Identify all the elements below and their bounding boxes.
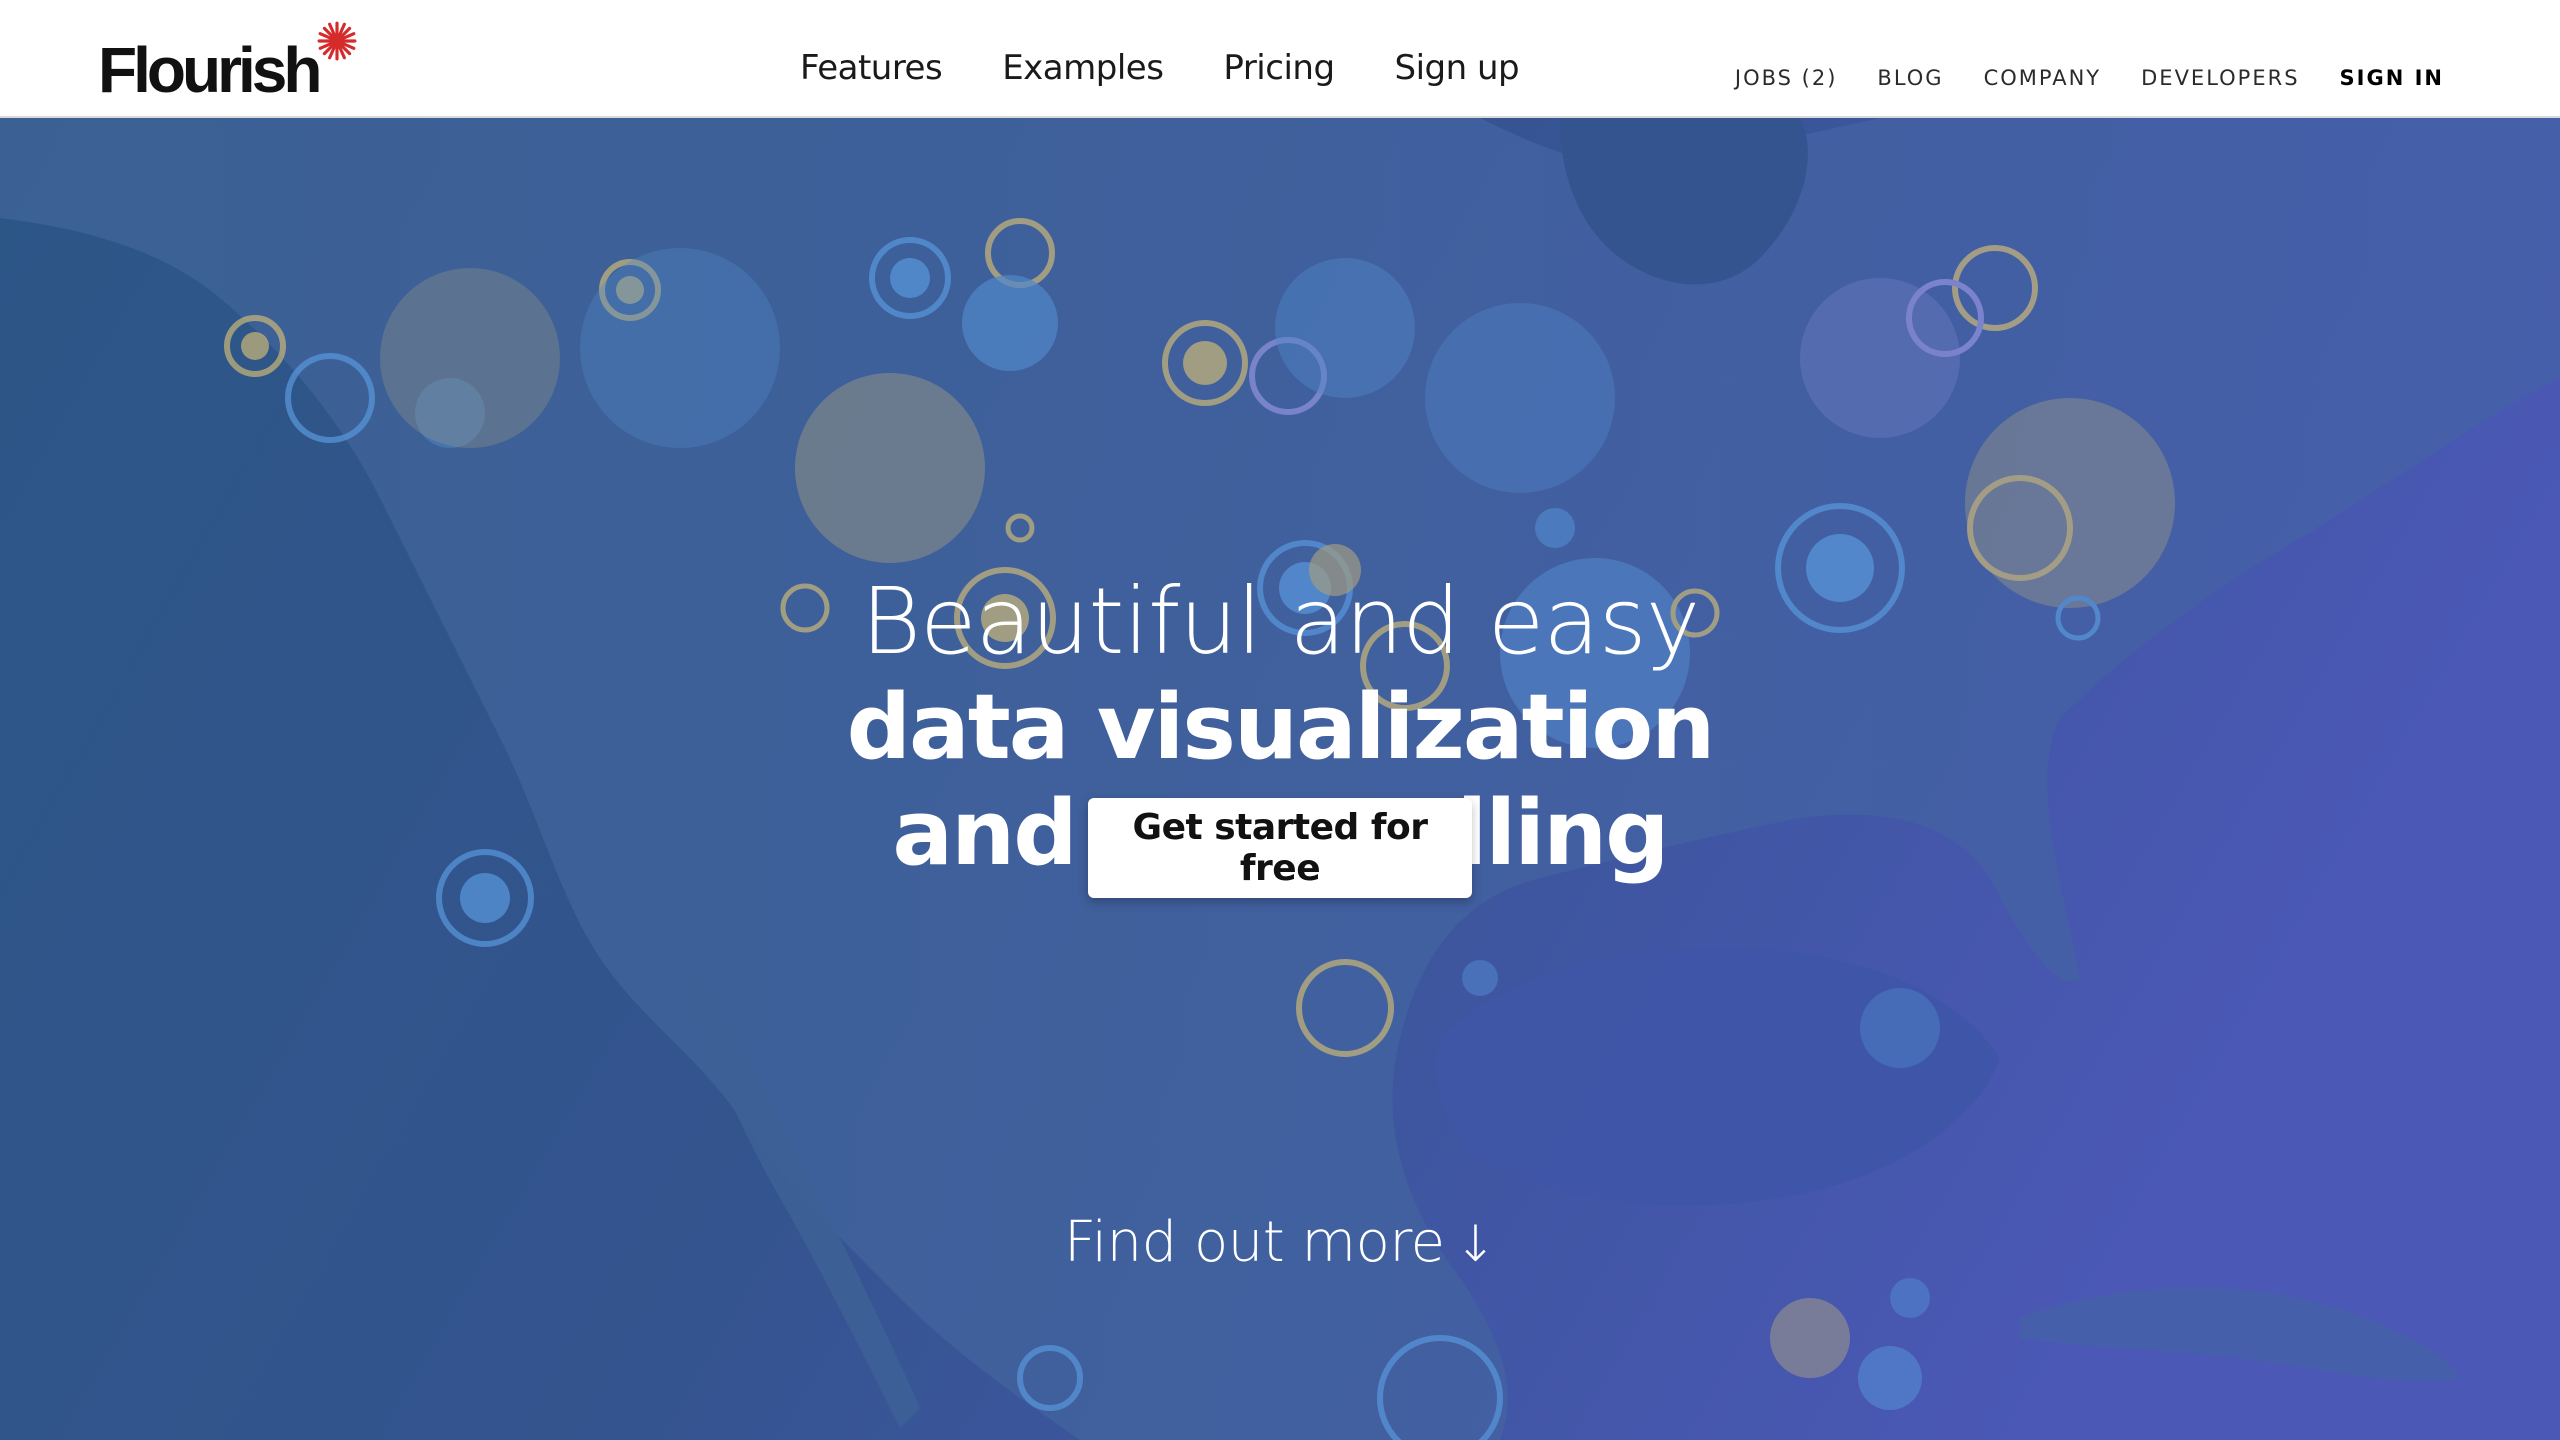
hero-line-1: Beautiful and easy bbox=[860, 568, 1700, 676]
main-nav: Features Examples Pricing Sign up bbox=[800, 48, 1520, 88]
nav-developers[interactable]: DEVELOPERS bbox=[2141, 66, 2299, 90]
nav-blog[interactable]: BLOG bbox=[1877, 66, 1943, 90]
nav-pricing[interactable]: Pricing bbox=[1223, 48, 1335, 88]
logo-text: Flourish bbox=[98, 34, 322, 106]
nav-sign-up[interactable]: Sign up bbox=[1395, 48, 1520, 88]
arrow-down-icon: ↓ bbox=[1454, 1215, 1497, 1273]
site-header: Flourish Features Examples Pricing Sign … bbox=[0, 0, 2560, 118]
nav-company[interactable]: COMPANY bbox=[1984, 66, 2102, 90]
nav-examples[interactable]: Examples bbox=[1002, 48, 1164, 88]
hero-line-2: data visualization bbox=[846, 675, 1716, 781]
starburst-icon bbox=[318, 21, 357, 61]
secondary-nav: JOBS (2) BLOG COMPANY DEVELOPERS SIGN IN bbox=[1735, 66, 2444, 90]
nav-sign-in[interactable]: SIGN IN bbox=[2340, 66, 2444, 90]
nav-jobs[interactable]: JOBS (2) bbox=[1735, 66, 1838, 90]
flourish-logo[interactable]: Flourish bbox=[98, 20, 358, 110]
find-out-more-link[interactable]: Find out more ↓ bbox=[1063, 1210, 1497, 1275]
find-out-more: Find out more ↓ bbox=[0, 1210, 2560, 1275]
find-out-more-label: Find out more bbox=[1063, 1210, 1445, 1275]
nav-features[interactable]: Features bbox=[800, 48, 943, 88]
get-started-button[interactable]: Get started for free bbox=[1088, 798, 1472, 898]
